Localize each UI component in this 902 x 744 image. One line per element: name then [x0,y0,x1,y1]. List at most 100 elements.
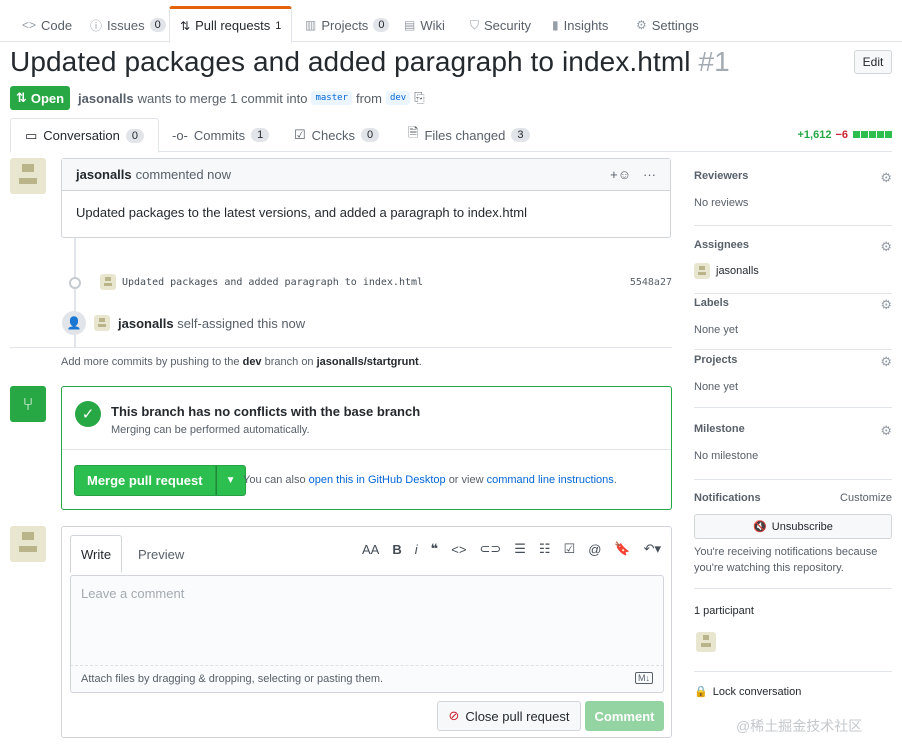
merge-heading: This branch has no conflicts with the ba… [111,404,421,419]
unsubscribe-button[interactable]: 🔇 Unsubscribe [694,514,892,539]
nav-pull-requests[interactable]: ⇅ Pull requests 1 [169,6,293,43]
tab-conversation[interactable]: ▭ Conversation 0 [10,118,160,153]
commit-sha[interactable]: 5548a27 [630,277,672,288]
repo-nav: <> Code ⓘ Issues 0 ⇅ Pull requests 1 ▥ P… [0,0,902,43]
divider [10,347,672,348]
shield-icon: ⛉ [470,17,480,32]
gear-icon[interactable]: ⚙ [880,239,892,255]
nav-settings[interactable]: ⚙ Settings [636,10,699,40]
gear-icon: ⚙ [636,18,647,32]
avatar[interactable] [10,158,46,194]
comment-actions: +☺ ··· [610,167,656,182]
sidebar-reviewers: Reviewers ⚙ No reviews [694,170,892,226]
gear-icon[interactable]: ⚙ [880,423,892,439]
edit-button[interactable]: Edit [854,50,892,74]
sidebar-labels: Labels ⚙ None yet [694,297,892,350]
code-icon[interactable]: <> [451,542,466,557]
sidebar-assignees: Assignees ⚙ jasonalls [694,239,892,294]
avatar[interactable] [694,263,710,279]
checklist-icon: ☑ [294,127,306,142]
sidebar-notifications: Notifications Customize [694,492,892,504]
pr-number: #1 [698,46,730,77]
timeline-commit: Updated packages and added paragraph to … [100,272,672,292]
nav-security[interactable]: ⛉ Security [470,10,531,40]
comment-timestamp: commented now [135,167,232,182]
author-link[interactable]: jasonalls [78,91,134,106]
merge-icon: ⑂ [10,386,46,422]
assignee-name[interactable]: jasonalls [716,265,759,277]
attach-files-area[interactable]: Attach files by dragging & dropping, sel… [70,665,664,693]
unordered-list-icon[interactable]: ☰ [514,541,526,557]
avatar[interactable] [696,632,716,652]
issue-icon: ⓘ [90,18,103,33]
bookmark-icon[interactable]: 🔖 [614,541,630,557]
projects-count: 0 [373,18,390,32]
merge-pull-request-button[interactable]: Merge pull request [74,465,216,496]
participants-count: 1 participant [694,605,754,617]
mute-icon: 🔇 [753,521,767,533]
diffstat: +1,612 −6 [798,129,892,141]
tab-write[interactable]: Write [70,535,123,573]
nav-projects[interactable]: ▥ Projects 0 [305,10,390,40]
tab-preview[interactable]: Preview [128,535,194,573]
pr-meta: jasonalls wants to merge 1 commit into m… [78,90,425,106]
task-list-icon[interactable]: ☑ [564,541,576,557]
add-reaction-icon[interactable]: +☺ [610,167,631,182]
nav-insights[interactable]: ▮ Insights [552,10,608,40]
customize-link[interactable]: Customize [840,492,892,504]
pr-title-text: Updated packages and added paragraph to … [10,46,691,77]
issues-count: 0 [149,18,166,32]
command-line-link[interactable]: command line instructions [487,474,614,486]
tab-checks[interactable]: ☑ Checks 0 [280,118,393,152]
more-icon[interactable]: ··· [643,167,656,182]
comment-author[interactable]: jasonalls [76,167,132,182]
graph-icon: ▮ [552,18,559,32]
assign-user[interactable]: jasonalls [118,316,174,331]
diffstat-bar [852,129,892,141]
clipboard-icon[interactable]: ⎘ [414,90,424,106]
gear-icon[interactable]: ⚙ [880,170,892,186]
open-desktop-link[interactable]: open this in GitHub Desktop [309,474,446,486]
merge-alt-text: You can also open this in GitHub Desktop… [243,474,617,486]
commit-icon: -o- [172,127,188,143]
commit-message[interactable]: Updated packages and added paragraph to … [122,277,423,288]
lock-conversation-link[interactable]: 🔒 Lock conversation [694,685,892,699]
new-comment-form: Write Preview AA B i ❝ <> ⊂⊃ ☰ ☷ ☑ @ 🔖 ↶… [61,526,672,738]
comment-textarea[interactable]: Leave a comment [70,575,664,665]
avatar[interactable] [94,315,110,331]
reply-icon[interactable]: ↶▾ [644,541,661,557]
nav-wiki[interactable]: ▤ Wiki [404,10,445,40]
pr-title: Updated packages and added paragraph to … [10,46,730,78]
merge-options-dropdown[interactable]: ▼ [215,465,246,496]
quote-icon[interactable]: ❝ [431,541,439,557]
merge-status: ✓ This branch has no conflicts with the … [62,387,671,450]
nav-issues[interactable]: ⓘ Issues 0 [90,10,166,40]
gear-icon[interactable]: ⚙ [880,297,892,313]
person-icon: 👤 [62,311,86,335]
comment-button[interactable]: Comment [585,701,664,731]
avatar[interactable] [100,274,116,290]
tab-commits[interactable]: -o- Commits 1 [158,118,283,152]
commit-icon [69,277,81,289]
divider [694,588,892,589]
heading-icon[interactable]: AA [362,542,379,557]
italic-icon[interactable]: i [415,542,418,557]
comment-box: jasonalls commented now +☺ ··· Updated p… [61,158,671,238]
sidebar-milestone: Milestone ⚙ No milestone [694,423,892,480]
avatar[interactable] [10,526,46,562]
lock-icon: 🔒 [694,686,708,698]
bold-icon[interactable]: B [392,542,401,557]
sidebar-projects: Projects ⚙ None yet [694,354,892,408]
divider [694,660,892,672]
tab-files-changed[interactable]: 🗎 Files changed 3 [394,118,544,152]
nav-code[interactable]: <> Code [22,10,72,40]
ordered-list-icon[interactable]: ☷ [539,541,551,557]
close-pull-request-button[interactable]: ⊘ Close pull request [437,701,581,731]
link-icon[interactable]: ⊂⊃ [479,541,501,557]
markdown-toolbar: AA B i ❝ <> ⊂⊃ ☰ ☷ ☑ @ 🔖 ↶▾ [362,541,661,557]
gear-icon[interactable]: ⚙ [880,354,892,370]
watermark: @稀土掘金技术社区 [736,718,863,734]
mention-icon[interactable]: @ [588,542,601,557]
push-hint: Add more commits by pushing to the dev b… [61,356,422,368]
pull-request-icon: ⇅ [15,90,27,105]
